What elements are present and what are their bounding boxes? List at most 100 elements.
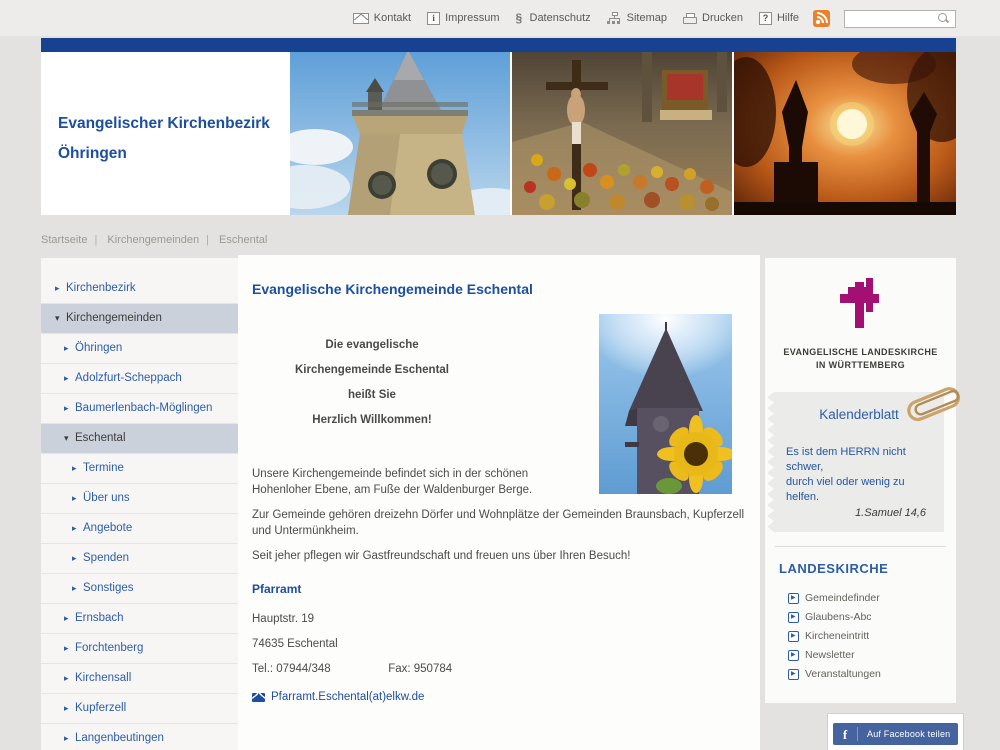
landeskirche-heading: LANDESKIRCHE xyxy=(779,561,956,576)
breadcrumb-link[interactable]: Startseite xyxy=(41,234,87,246)
utility-links: Kontakt Impressum Datenschutz Sitemap xyxy=(353,12,799,25)
facebook-icon xyxy=(833,727,858,741)
city-line: 74635 Eschental xyxy=(252,637,746,651)
sidebar-item[interactable]: Adolzfurt-Scheppach xyxy=(41,363,238,393)
sidebar-item[interactable]: Eschental xyxy=(41,423,238,453)
landeskirche-cross-icon xyxy=(838,278,884,332)
welcome-line: Herzlich Willkommen! xyxy=(252,408,492,433)
chevron-icon xyxy=(72,521,83,536)
chevron-icon xyxy=(72,581,83,596)
paragraph: Seit jeher pflegen wir Gastfreundschaft … xyxy=(252,548,746,564)
sidebar-item[interactable]: Ernsbach xyxy=(41,603,238,633)
facebook-share-button[interactable]: Auf Facebook teilen xyxy=(833,723,958,745)
header-photo-church-tower xyxy=(290,52,510,215)
breadcrumb-link[interactable]: Kirchengemeinden xyxy=(107,234,199,246)
sidebar-item[interactable]: Kirchenbezirk xyxy=(41,274,238,303)
welcome-block: Die evangelischeKirchengemeinde Eschenta… xyxy=(252,333,492,433)
divider xyxy=(775,546,946,547)
page-title: Evangelische Kirchengemeinde Eschental xyxy=(252,281,746,297)
sidebar-item[interactable]: Spenden xyxy=(41,543,238,573)
welcome-line: Die evangelische xyxy=(252,333,492,358)
sidebar-item[interactable]: Kupferzell xyxy=(41,693,238,723)
landeskirche-link[interactable]: Glaubens-Abc xyxy=(788,611,956,623)
sidebar-item[interactable]: Baumerlenbach-Möglingen xyxy=(41,393,238,423)
chevron-icon xyxy=(72,491,83,506)
chevron-icon xyxy=(64,701,75,716)
chevron-icon xyxy=(64,671,75,686)
quote-line-2: durch viel oder wenig zu helfen. xyxy=(786,475,932,505)
utility-nav: Kontakt Impressum Datenschutz Sitemap xyxy=(0,0,1000,36)
site-title: Evangelischer Kirchenbezirk Öhringen xyxy=(58,109,270,169)
header-photo-sunset-churches xyxy=(732,52,956,215)
sidebar-item[interactable]: Termine xyxy=(41,453,238,483)
header-photo-church-interior xyxy=(510,52,732,215)
breadcrumb-separator: | xyxy=(206,234,209,246)
utility-link[interactable]: Drucken xyxy=(683,12,743,24)
utility-link[interactable]: Datenschutz xyxy=(516,12,591,25)
breadcrumb-link[interactable]: Eschental xyxy=(219,234,267,246)
sidebar-item[interactable]: Öhringen xyxy=(41,333,238,363)
welcome-line: Kirchengemeinde Eschental xyxy=(252,358,492,383)
paperclip-icon xyxy=(902,385,966,425)
kalenderblatt-quote: Es ist dem HERRN nicht schwer, durch vie… xyxy=(786,445,932,505)
kalenderblatt-source: 1.Samuel 14,6 xyxy=(786,507,932,519)
search-icon[interactable] xyxy=(938,13,947,22)
chevron-icon xyxy=(55,281,66,296)
right-sidebar: EVANGELISCHE LANDESKIRCHE IN WÜRTTEMBERG… xyxy=(765,258,956,703)
play-icon xyxy=(788,593,799,604)
utility-link[interactable]: Impressum xyxy=(427,12,499,25)
landeskirche-link[interactable]: Newsletter xyxy=(788,649,956,661)
chevron-icon xyxy=(64,341,75,356)
chevron-icon xyxy=(64,641,75,656)
facebook-share-label: Auf Facebook teilen xyxy=(858,729,950,739)
email-icon xyxy=(252,693,265,702)
email-line: Pfarramt.Eschental(at)elkw.de xyxy=(252,691,746,703)
paragraph-icon xyxy=(516,12,525,25)
play-icon xyxy=(788,650,799,661)
chevron-icon xyxy=(64,731,75,746)
kalenderblatt-widget: Kalenderblatt Es ist dem HERRN nicht sch… xyxy=(768,392,944,532)
chevron-icon xyxy=(55,311,66,326)
logo-line-1: EVANGELISCHE LANDESKIRCHE xyxy=(773,346,948,359)
landeskirche-link[interactable]: Gemeindefinder xyxy=(788,592,956,604)
landeskirche-links: LANDESKIRCHE Gemeindefinder Glaubens-Abc xyxy=(765,561,956,680)
play-icon xyxy=(788,631,799,642)
landeskirche-link[interactable]: Kircheneintritt xyxy=(788,630,956,642)
sidebar-item[interactable]: Angebote xyxy=(41,513,238,543)
pfarramt-heading: Pfarramt xyxy=(252,582,746,596)
rss-icon[interactable] xyxy=(813,10,830,27)
play-icon xyxy=(788,612,799,623)
telephone: Tel.: 07944/348 xyxy=(252,662,385,676)
sidebar-item[interactable]: Kirchensall xyxy=(41,663,238,693)
email-link[interactable]: Pfarramt.Eschental(at)elkw.de xyxy=(271,691,424,703)
sidebar-item[interactable]: Langenbeutingen xyxy=(41,723,238,750)
landeskirche-link[interactable]: Veranstaltungen xyxy=(788,668,956,680)
fax: Fax: 950784 xyxy=(388,663,452,675)
utility-link[interactable]: Sitemap xyxy=(607,12,667,24)
landeskirche-logo-text: EVANGELISCHE LANDESKIRCHE IN WÜRTTEMBERG xyxy=(773,346,948,372)
info-icon xyxy=(427,12,440,25)
tel-fax-line: Tel.: 07944/348 Fax: 950784 xyxy=(252,662,746,676)
breadcrumb: Startseite| Kirchengemeinden| Eschental| xyxy=(41,234,267,246)
sidebar-item[interactable]: Sonstiges xyxy=(41,573,238,603)
sidebar-item[interactable]: Forchtenberg xyxy=(41,633,238,663)
page: Kontakt Impressum Datenschutz Sitemap xyxy=(0,0,1000,750)
paragraph: Zur Gemeinde gehören dreizehn Dörfer und… xyxy=(252,507,746,539)
header-blue-bar xyxy=(41,38,956,52)
site-title-area: Evangelischer Kirchenbezirk Öhringen xyxy=(41,52,290,215)
sidebar-item[interactable]: Kirchengemeinden xyxy=(41,303,238,333)
landeskirche-logo[interactable]: EVANGELISCHE LANDESKIRCHE IN WÜRTTEMBERG xyxy=(765,258,956,388)
chevron-icon xyxy=(64,431,75,446)
chevron-icon xyxy=(72,461,83,476)
chevron-icon xyxy=(64,371,75,386)
utility-link[interactable]: Hilfe xyxy=(759,12,799,25)
welcome-line: heißt Sie xyxy=(252,383,492,408)
pfarramt-block: Pfarramt Hauptstr. 19 74635 Eschental Te… xyxy=(252,582,746,703)
street-line: Hauptstr. 19 xyxy=(252,612,746,626)
question-icon xyxy=(759,12,772,25)
logo-line-2: IN WÜRTTEMBERG xyxy=(773,359,948,372)
utility-link[interactable]: Kontakt xyxy=(353,12,411,24)
sidebar-nav: Kirchenbezirk Kirchengemeinden Öhringen … xyxy=(41,258,238,750)
chevron-icon xyxy=(64,611,75,626)
sidebar-item[interactable]: Über uns xyxy=(41,483,238,513)
